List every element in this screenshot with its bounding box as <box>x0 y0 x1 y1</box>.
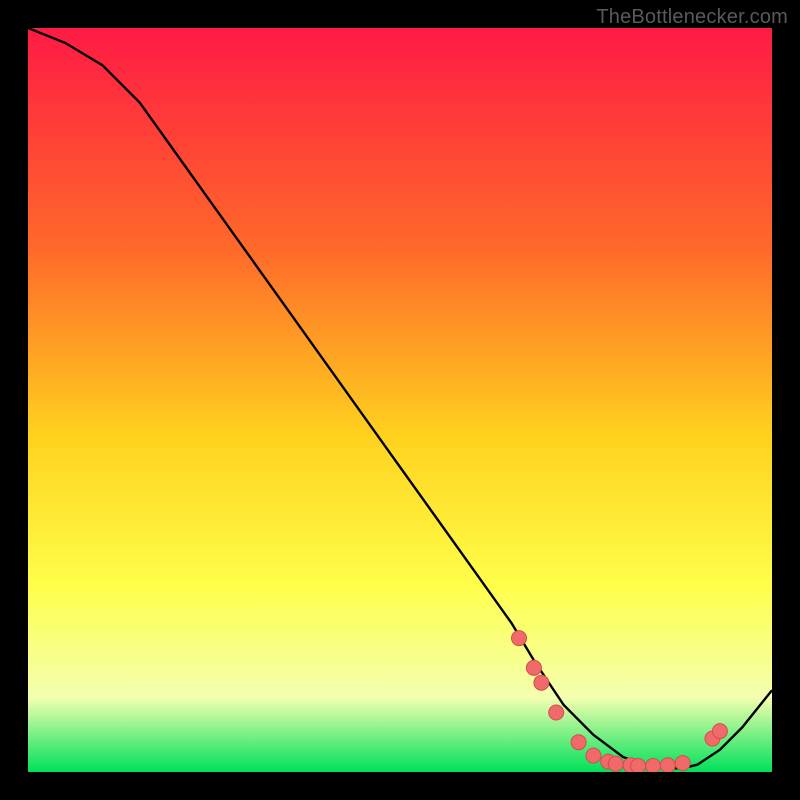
highlight-marker <box>608 756 623 771</box>
highlight-marker <box>631 759 646 773</box>
highlight-marker <box>549 705 564 720</box>
highlight-marker <box>712 724 727 739</box>
highlight-marker <box>512 631 527 646</box>
highlight-marker <box>586 748 601 763</box>
chart-frame <box>28 28 772 772</box>
highlight-marker <box>646 759 661 773</box>
highlight-marker <box>675 756 690 771</box>
highlight-marker <box>534 675 549 690</box>
highlight-marker <box>526 660 541 675</box>
highlight-marker <box>571 735 586 750</box>
watermark-text: TheBottlenecker.com <box>596 6 788 29</box>
gradient-background <box>28 28 772 772</box>
highlight-marker <box>660 758 675 772</box>
bottleneck-chart <box>28 28 772 772</box>
